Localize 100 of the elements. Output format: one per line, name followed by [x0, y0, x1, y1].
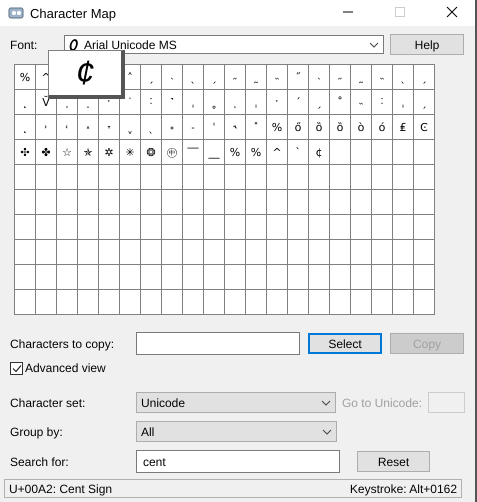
character-cell[interactable] — [78, 290, 99, 315]
search-field[interactable]: cent — [136, 450, 340, 473]
character-cell[interactable]: ˶ — [225, 65, 246, 90]
character-cell[interactable] — [141, 165, 162, 190]
character-cell[interactable]: ˕ — [99, 115, 120, 140]
character-cell[interactable] — [246, 190, 267, 215]
character-cell[interactable] — [141, 190, 162, 215]
character-cell[interactable] — [99, 265, 120, 290]
character-cell[interactable]: ˵ — [351, 90, 372, 115]
character-cell[interactable]: ✲ — [99, 140, 120, 165]
character-cell[interactable]: ȍ — [309, 115, 330, 140]
character-cell[interactable] — [120, 165, 141, 190]
character-cell[interactable] — [414, 240, 435, 265]
character-cell[interactable] — [330, 140, 351, 165]
character-cell[interactable]: ő — [288, 115, 309, 140]
character-cell[interactable] — [372, 215, 393, 240]
character-cell[interactable] — [36, 165, 57, 190]
character-cell[interactable]: ˶ — [330, 65, 351, 90]
character-cell[interactable] — [330, 165, 351, 190]
character-cell[interactable] — [414, 215, 435, 240]
character-cell[interactable]: ˴ — [162, 65, 183, 90]
character-cell[interactable]: ¢ — [309, 140, 330, 165]
character-cell[interactable] — [309, 165, 330, 190]
character-cell[interactable] — [183, 190, 204, 215]
character-cell[interactable] — [225, 290, 246, 315]
character-cell[interactable] — [57, 265, 78, 290]
character-cell[interactable] — [372, 165, 393, 190]
character-cell[interactable] — [372, 190, 393, 215]
character-cell[interactable] — [36, 240, 57, 265]
character-cell[interactable]: % — [225, 140, 246, 165]
character-cell[interactable] — [36, 265, 57, 290]
character-cell[interactable] — [351, 265, 372, 290]
character-cell[interactable] — [414, 140, 435, 165]
character-cell[interactable]: ó — [372, 115, 393, 140]
character-cell[interactable]: ‾‾ — [183, 140, 204, 165]
character-cell[interactable] — [351, 215, 372, 240]
character-cell[interactable]: ˏ — [309, 90, 330, 115]
character-cell[interactable]: ^ — [267, 140, 288, 165]
character-cell[interactable]: ˗ — [183, 115, 204, 140]
character-cell[interactable] — [78, 240, 99, 265]
character-cell[interactable]: ˲ — [225, 90, 246, 115]
character-cell[interactable] — [288, 215, 309, 240]
character-cell[interactable] — [204, 165, 225, 190]
character-cell[interactable]: ˚ — [330, 90, 351, 115]
character-cell[interactable] — [162, 215, 183, 240]
character-cell[interactable]: % — [15, 65, 36, 90]
character-cell[interactable] — [204, 265, 225, 290]
character-cell[interactable]: ˛ — [15, 90, 36, 115]
characters-to-copy-field[interactable] — [136, 332, 300, 355]
character-cell[interactable] — [36, 215, 57, 240]
character-cell[interactable]: ˵ — [372, 65, 393, 90]
character-cell[interactable] — [351, 165, 372, 190]
character-cell[interactable]: ˌ — [393, 90, 414, 115]
character-cell[interactable] — [372, 240, 393, 265]
character-cell[interactable] — [393, 190, 414, 215]
character-cell[interactable] — [99, 215, 120, 240]
character-cell[interactable]: ˛ — [15, 115, 36, 140]
character-cell[interactable] — [246, 290, 267, 315]
character-cell[interactable] — [204, 240, 225, 265]
character-cell[interactable]: ˷ — [246, 65, 267, 90]
character-cell[interactable] — [393, 290, 414, 315]
character-cell[interactable] — [267, 190, 288, 215]
character-cell[interactable] — [57, 190, 78, 215]
character-cell[interactable] — [15, 265, 36, 290]
advanced-view-checkbox[interactable] — [10, 362, 23, 374]
character-cell[interactable] — [288, 190, 309, 215]
character-cell[interactable]: ˎ — [183, 65, 204, 90]
character-cell[interactable] — [225, 165, 246, 190]
character-cell[interactable]: ˏ — [414, 65, 435, 90]
character-cell[interactable]: ˵ — [267, 65, 288, 90]
character-cell[interactable] — [15, 290, 36, 315]
character-cell[interactable]: ˎ — [141, 115, 162, 140]
character-cell[interactable]: ˺ — [162, 90, 183, 115]
character-cell[interactable] — [330, 190, 351, 215]
character-cell[interactable]: ☆ — [57, 140, 78, 165]
character-cell[interactable] — [204, 290, 225, 315]
character-cell[interactable]: ˸ — [141, 90, 162, 115]
character-cell[interactable] — [120, 190, 141, 215]
character-cell[interactable]: ò — [351, 115, 372, 140]
character-cell[interactable]: ˟ — [246, 115, 267, 140]
character-cell[interactable]: ˖ — [162, 115, 183, 140]
character-cell[interactable] — [246, 165, 267, 190]
character-cell[interactable]: ✤ — [36, 140, 57, 165]
character-cell[interactable] — [372, 265, 393, 290]
character-cell[interactable]: ✳ — [120, 140, 141, 165]
character-cell[interactable] — [267, 215, 288, 240]
character-cell[interactable] — [330, 290, 351, 315]
character-cell[interactable] — [57, 240, 78, 265]
character-cell[interactable]: Ͼ — [414, 115, 435, 140]
character-cell[interactable]: ˎ — [393, 65, 414, 90]
character-cell[interactable] — [78, 215, 99, 240]
character-cell[interactable]: ˈ — [204, 115, 225, 140]
character-cell[interactable] — [393, 215, 414, 240]
group-by-dropdown[interactable]: All — [136, 421, 337, 442]
character-cell[interactable] — [204, 190, 225, 215]
character-cell[interactable] — [141, 290, 162, 315]
character-cell[interactable] — [309, 240, 330, 265]
character-cell[interactable]: ✣ — [15, 140, 36, 165]
character-cell[interactable] — [141, 240, 162, 265]
character-cell[interactable]: ȍ — [330, 115, 351, 140]
